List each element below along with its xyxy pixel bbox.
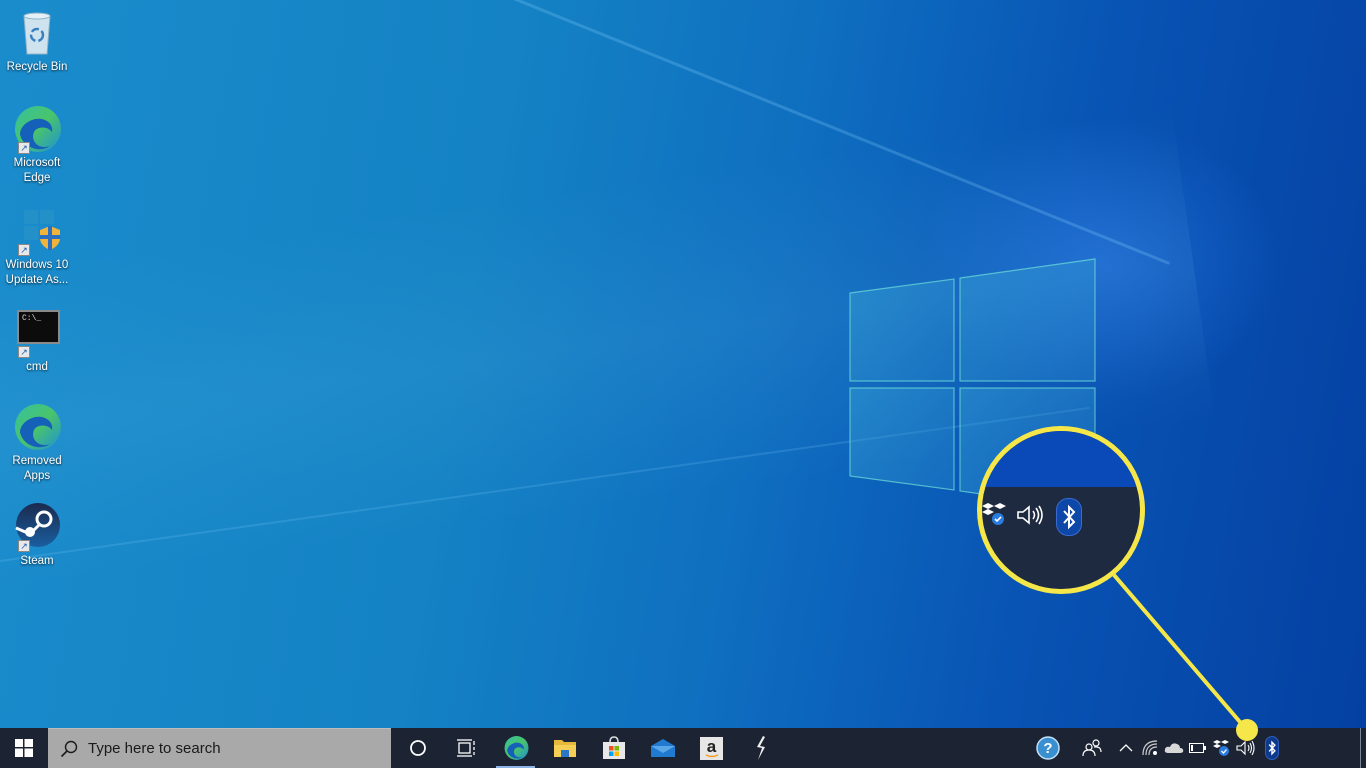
battery-icon xyxy=(1189,743,1206,753)
amazon-letter: a xyxy=(706,736,717,756)
desktop-icon-label: Recycle Bin xyxy=(6,61,68,73)
callout-desktop-area xyxy=(982,431,1140,487)
callout-magnifier xyxy=(977,426,1145,594)
amazon-button[interactable]: a xyxy=(687,728,736,768)
cortana-button[interactable] xyxy=(393,728,442,768)
onedrive-button[interactable] xyxy=(1162,728,1186,768)
search-input[interactable]: Type here to search xyxy=(48,728,391,768)
help-button[interactable]: ? xyxy=(1030,728,1066,768)
shortcut-arrow-icon: ↗ xyxy=(18,244,30,256)
lightning-app-icon xyxy=(756,736,765,760)
taskbar-edge-button[interactable] xyxy=(491,728,540,768)
mail-button[interactable] xyxy=(638,728,687,768)
amazon-icon: a xyxy=(700,736,723,760)
callout-tray-zoom xyxy=(982,497,1140,537)
desktop-icon-steam[interactable]: ↗ Steam xyxy=(2,502,72,569)
show-desktop-button[interactable] xyxy=(1360,728,1366,768)
desktop-icon-removed-apps[interactable]: Removed Apps xyxy=(2,402,72,484)
windows-logo-wallpaper xyxy=(0,0,1366,728)
command-prompt-icon: C:\_ ↗ xyxy=(12,308,62,358)
lightning-app-button[interactable] xyxy=(736,728,785,768)
task-view-button[interactable] xyxy=(442,728,491,768)
dropbox-icon xyxy=(1213,740,1229,756)
edge-icon xyxy=(504,736,528,760)
taskbar: Type here to search a ? xyxy=(0,728,1366,768)
cortana-icon xyxy=(409,740,426,756)
callout-pointer-dot xyxy=(1236,719,1258,741)
logo-pane-bottom-left xyxy=(849,387,955,491)
logo-pane-top-right xyxy=(959,258,1096,382)
battery-button[interactable] xyxy=(1186,728,1210,768)
help-icon: ? xyxy=(1036,736,1060,760)
desktop[interactable]: Recycle Bin ↗ Microsoft Edge ↗ Windows 1… xyxy=(0,0,1366,728)
desktop-icon-recycle-bin[interactable]: Recycle Bin xyxy=(2,8,72,75)
chevron-up-icon xyxy=(1119,744,1133,752)
shortcut-arrow-icon: ↗ xyxy=(18,142,30,154)
desktop-icon-label: Steam xyxy=(20,555,54,567)
store-icon xyxy=(602,736,625,759)
bluetooth-button[interactable] xyxy=(1258,728,1286,768)
recycle-bin-icon xyxy=(12,8,62,58)
windows-start-icon xyxy=(15,739,33,757)
onedrive-icon xyxy=(1164,743,1184,753)
search-icon xyxy=(60,740,78,757)
wifi-icon xyxy=(1142,740,1158,756)
logo-pane-top-left xyxy=(849,278,955,382)
task-view-icon xyxy=(456,739,475,757)
file-explorer-icon xyxy=(553,740,576,757)
network-button[interactable] xyxy=(1138,728,1162,768)
file-explorer-button[interactable] xyxy=(540,728,589,768)
shortcut-arrow-icon: ↗ xyxy=(18,346,30,358)
desktop-icon-label: Microsoft Edge xyxy=(13,157,61,184)
shortcut-arrow-icon: ↗ xyxy=(18,540,30,552)
system-tray: ? xyxy=(1030,728,1366,768)
desktop-icon-microsoft-edge[interactable]: ↗ Microsoft Edge xyxy=(2,104,72,186)
edge-icon xyxy=(12,402,62,452)
people-button[interactable] xyxy=(1070,728,1114,768)
desktop-icon-label: cmd xyxy=(26,361,48,373)
volume-icon xyxy=(1016,504,1044,531)
people-icon xyxy=(1082,739,1102,757)
edge-icon: ↗ xyxy=(12,104,62,154)
show-hidden-icons-button[interactable] xyxy=(1114,728,1138,768)
volume-icon xyxy=(1236,740,1255,756)
desktop-icon-label: Removed Apps xyxy=(12,455,62,482)
search-placeholder: Type here to search xyxy=(88,740,221,757)
svg-text:?: ? xyxy=(1043,740,1052,757)
bluetooth-icon xyxy=(1056,498,1082,536)
windows-update-assistant-icon: ↗ xyxy=(12,206,62,256)
cmd-prompt-text: C:\_ xyxy=(17,310,60,344)
microsoft-store-button[interactable] xyxy=(589,728,638,768)
desktop-icon-windows-10-update-assistant[interactable]: ↗ Windows 10 Update As... xyxy=(2,206,72,288)
dropbox-button[interactable] xyxy=(1210,728,1234,768)
dropbox-icon xyxy=(982,502,1008,533)
desktop-icon-cmd[interactable]: C:\_ ↗ cmd xyxy=(2,308,72,375)
bluetooth-icon xyxy=(1265,736,1279,760)
mail-icon xyxy=(650,739,675,757)
start-button[interactable] xyxy=(0,728,48,768)
desktop-icon-label: Windows 10 Update As... xyxy=(5,259,69,286)
steam-icon: ↗ xyxy=(12,502,62,552)
